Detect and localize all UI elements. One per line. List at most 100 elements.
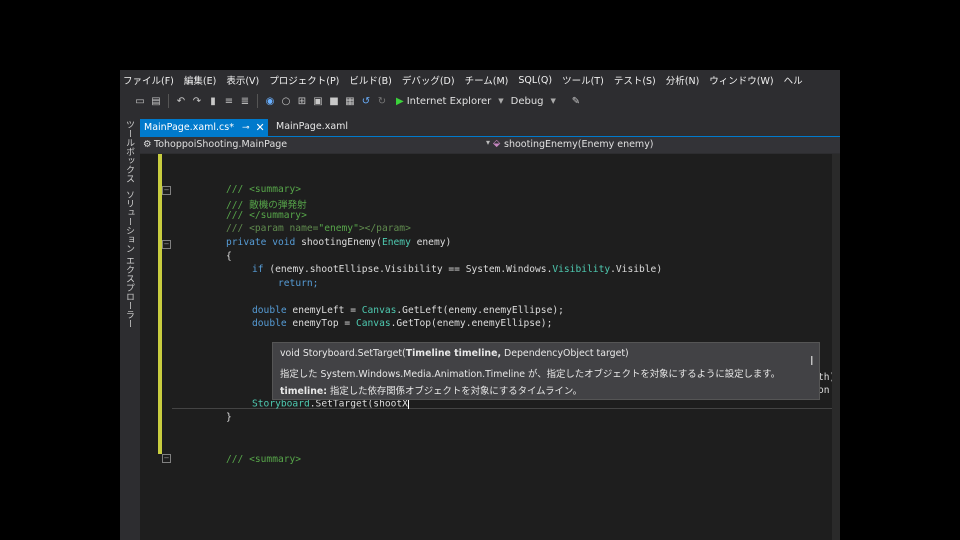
add-item-icon[interactable]: ▤: [148, 96, 164, 107]
code-token: enemyLeft =: [286, 305, 362, 316]
pin-icon[interactable]: ⊸: [242, 123, 250, 133]
redo-gray-icon[interactable]: ↻: [374, 96, 390, 107]
config-select[interactable]: Debug: [511, 96, 544, 107]
code-token: Enemy: [381, 237, 411, 248]
tab-mainpage-xaml-cs[interactable]: MainPage.xaml.cs* ⊸ ✕: [140, 119, 268, 136]
menu-project[interactable]: プロジェクト(P): [266, 73, 346, 87]
save-icon[interactable]: ■: [326, 96, 342, 107]
toolbox-tab[interactable]: ツールボックス: [123, 120, 136, 183]
code-token: Canvas: [355, 318, 391, 329]
browser-select[interactable]: Internet Explorer: [407, 96, 492, 107]
code-token: .SetTarget(shootX: [309, 398, 408, 410]
parameter-info-tooltip: void Storyboard.SetTarget(Timeline timel…: [272, 342, 820, 400]
undo-blue-icon[interactable]: ↺: [358, 96, 374, 107]
undo-icon[interactable]: ↶: [173, 96, 189, 107]
code-token: enemyTop =: [286, 318, 356, 329]
menu-analyze[interactable]: 分析(N): [663, 73, 707, 87]
chevron-down-icon[interactable]: ▼: [551, 97, 556, 105]
toolbar-separator: [168, 94, 169, 108]
param-description: 指定した依存関係オブジェクトを対象にするタイムライン。: [327, 386, 583, 397]
code-line: {: [226, 251, 232, 262]
menu-window[interactable]: ウィンドウ(W): [706, 73, 780, 87]
code-line: /// </summary>: [226, 210, 307, 221]
navigation-bar: ⚙ TohoppoiShooting.MainPage ▾ ⬙ shooting…: [140, 137, 840, 153]
member-dropdown[interactable]: shootingEnemy(Enemy enemy): [504, 139, 654, 150]
document-tabs: MainPage.xaml.cs* ⊸ ✕ MainPage.xaml: [140, 118, 840, 138]
tab-label: MainPage.xaml.cs*: [144, 122, 234, 133]
uncomment-icon[interactable]: ≣: [237, 96, 253, 107]
toolbar: ▭ ▤ ↶ ↷ ▮ ≡ ≣ ◉ ○ ⊞ ▣ ■ ▦ ↺ ↻ ▶ Internet…: [120, 90, 840, 112]
chevron-down-icon[interactable]: ▼: [498, 97, 503, 105]
code-line: private void shootingEnemy(Enemy enemy): [226, 237, 451, 248]
code-token: double: [252, 318, 287, 329]
code-token: if: [252, 264, 264, 275]
menu-edit[interactable]: 編集(E): [181, 73, 223, 87]
code-token: .GetLeft(enemy.enemyEllipse);: [396, 305, 564, 316]
class-dropdown[interactable]: TohoppoiShooting.MainPage: [154, 139, 287, 150]
class-icon: ⚙: [143, 139, 152, 150]
chevron-down-icon[interactable]: ▾: [486, 138, 490, 147]
code-token: shootingEnemy(: [301, 237, 382, 248]
code-token: ></param>: [358, 223, 411, 234]
code-token: enemy): [410, 237, 452, 248]
collapse-icon[interactable]: −: [162, 240, 171, 249]
param-name: timeline:: [280, 386, 328, 397]
tab-mainpage-xaml[interactable]: MainPage.xaml: [276, 121, 348, 132]
code-token: .GetTop(enemy.enemyEllipse);: [390, 318, 553, 329]
solution-explorer-icon[interactable]: ⊞: [294, 96, 310, 107]
code-token: Storyboard: [252, 398, 310, 410]
save-all-icon[interactable]: ▦: [342, 96, 358, 107]
side-tool-strip: ツールボックス ソリューション エクスプローラー: [120, 112, 138, 540]
signature-prefix: void Storyboard.SetTarget(: [280, 348, 406, 359]
method-icon: ⬙: [493, 138, 501, 149]
code-line: /// <summary>: [226, 184, 302, 195]
comment-icon[interactable]: ≡: [221, 96, 237, 107]
code-token: (enemy.shootEllipse.Visibility == System…: [263, 264, 553, 275]
code-line: double enemyLeft = Canvas.GetLeft(enemy.…: [252, 305, 564, 316]
collapse-icon[interactable]: −: [162, 454, 171, 463]
code-token: Canvas: [361, 305, 397, 316]
code-token: "enemy": [318, 223, 359, 234]
change-tracking-margin: [158, 154, 162, 454]
menu-test[interactable]: テスト(S): [611, 73, 663, 87]
code-line: double enemyTop = Canvas.GetTop(enemy.en…: [252, 318, 552, 329]
toolbar-separator: [257, 94, 258, 108]
navigate-forward-icon[interactable]: ○: [278, 96, 294, 107]
code-line: if (enemy.shootEllipse.Visibility == Sys…: [252, 264, 662, 275]
code-line: return;: [278, 278, 319, 289]
code-token: /// <param name=: [226, 223, 319, 234]
code-token: .Visible): [610, 264, 663, 275]
signature-suffix: DependencyObject target): [501, 348, 629, 359]
close-icon[interactable]: ✕: [256, 121, 265, 134]
menu-file[interactable]: ファイル(F): [120, 73, 181, 87]
new-project-icon[interactable]: ▭: [132, 96, 148, 107]
mouse-ibeam-icon: I: [810, 354, 814, 368]
collapse-icon[interactable]: −: [162, 186, 171, 195]
menu-sql[interactable]: SQL(Q): [515, 75, 559, 86]
bookmark-icon[interactable]: ▮: [205, 96, 221, 107]
menu-debug[interactable]: デバッグ(D): [399, 73, 462, 87]
code-line: /// <summary>: [226, 454, 302, 465]
navigate-back-icon[interactable]: ◉: [262, 96, 278, 107]
vertical-scrollbar[interactable]: [832, 154, 840, 540]
menu-help[interactable]: ヘル: [781, 73, 810, 87]
redo-icon[interactable]: ↷: [189, 96, 205, 107]
code-editor[interactable]: − − − /// <summary> /// 敵機の弾発射 /// </sum…: [140, 154, 840, 540]
visual-studio-window: ファイル(F) 編集(E) 表示(V) プロジェクト(P) ビルド(B) デバッ…: [120, 70, 840, 540]
menu-team[interactable]: チーム(M): [462, 73, 516, 87]
menu-bar: ファイル(F) 編集(E) 表示(V) プロジェクト(P) ビルド(B) デバッ…: [120, 70, 840, 90]
menu-build[interactable]: ビルド(B): [346, 73, 398, 87]
start-debug-icon[interactable]: ▶: [396, 96, 404, 107]
menu-tools[interactable]: ツール(T): [559, 73, 611, 87]
menu-view[interactable]: 表示(V): [223, 73, 266, 87]
code-token: double: [252, 305, 287, 316]
code-line: /// 敵機の弾発射: [226, 200, 307, 211]
code-token: Visibility: [552, 264, 611, 275]
code-token: private void: [226, 237, 302, 248]
tooltip-description: 指定した System.Windows.Media.Animation.Time…: [280, 369, 781, 380]
attach-icon[interactable]: ✎: [568, 96, 584, 107]
open-file-icon[interactable]: ▣: [310, 96, 326, 107]
code-line: /// <param name="enemy"></param>: [226, 223, 411, 234]
solution-explorer-tab[interactable]: ソリューション エクスプローラー: [123, 190, 136, 328]
tooltip-signature: void Storyboard.SetTarget(Timeline timel…: [280, 348, 629, 359]
